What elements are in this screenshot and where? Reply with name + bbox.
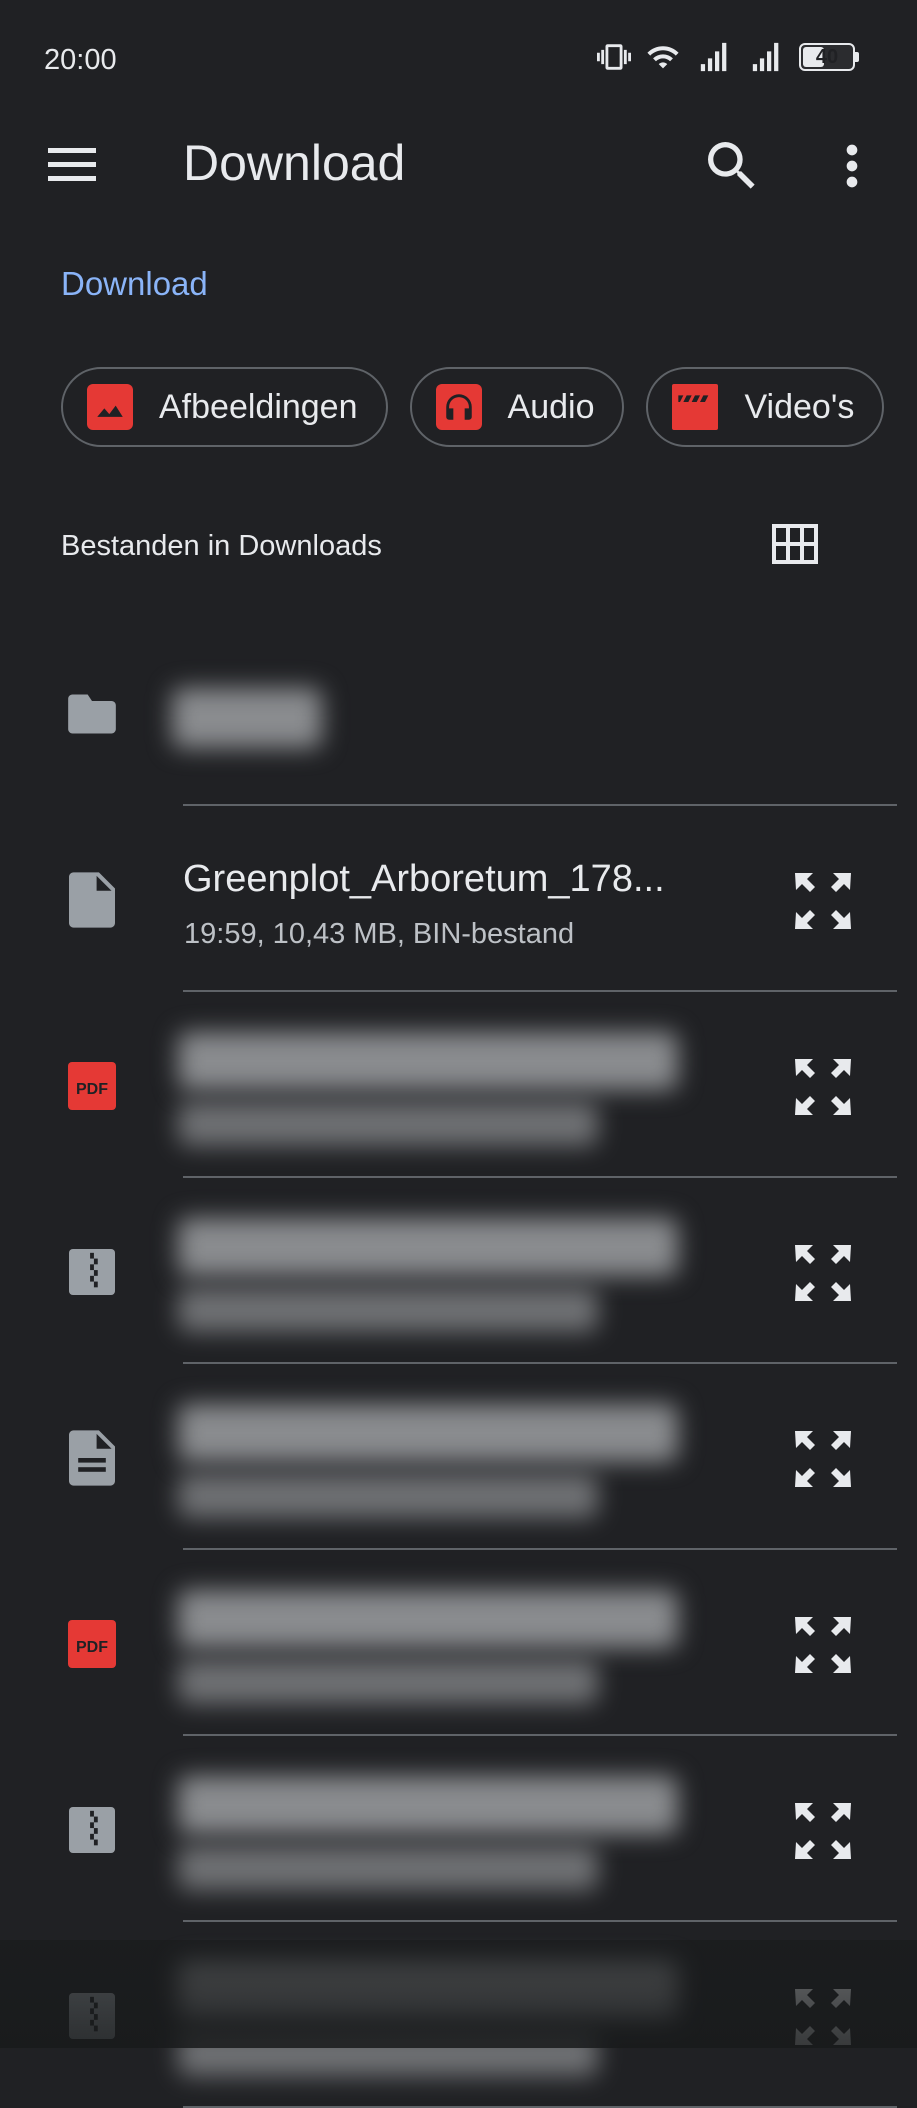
chip-images[interactable]: Afbeeldingen [61, 367, 388, 447]
breadcrumb[interactable]: Download [61, 265, 208, 303]
chip-label: Audio [507, 387, 595, 426]
battery-icon: 40 [799, 43, 859, 71]
status-time: 20:00 [44, 44, 117, 76]
expand-preview-icon[interactable] [792, 1800, 854, 1862]
vibrate-icon [597, 44, 631, 70]
file-row-pdf[interactable]: PDF [0, 1550, 917, 1736]
zip-icon [66, 1804, 118, 1856]
file-row-folder[interactable] [0, 620, 917, 806]
search-icon [708, 142, 755, 189]
expand-preview-icon[interactable] [792, 1614, 854, 1676]
file-name: Greenplot_Arboretum_178... [183, 858, 665, 900]
chip-audio[interactable]: Audio [409, 367, 625, 447]
headphones-icon [435, 384, 482, 430]
status-icons: 40 [597, 40, 859, 74]
redacted-meta [178, 1474, 598, 1518]
zip-icon [66, 1246, 118, 1298]
clapperboard-icon [672, 384, 719, 430]
hamburger-menu-icon [48, 148, 96, 181]
more-vert-icon [846, 144, 858, 188]
document-icon [66, 1430, 118, 1486]
chip-label: Afbeeldingen [159, 387, 358, 426]
grid-view-button[interactable] [772, 524, 818, 564]
redacted-meta [178, 1288, 598, 1332]
expand-preview-icon[interactable] [792, 1056, 854, 1118]
category-chips: Afbeeldingen Audio Video's [61, 367, 885, 447]
redacted-filename [178, 1590, 678, 1648]
expand-preview-icon[interactable] [792, 1242, 854, 1304]
bottom-fade [0, 1940, 917, 2048]
redacted-filename [178, 1404, 678, 1462]
svg-text:PDF: PDF [76, 1081, 108, 1098]
redacted-meta [178, 1660, 598, 1704]
image-icon [87, 384, 133, 430]
signal-icon [700, 42, 727, 72]
file-row-zip[interactable] [0, 1736, 917, 1922]
folder-icon [66, 688, 118, 740]
chip-videos[interactable]: Video's [646, 367, 885, 447]
file-row-bin[interactable]: Greenplot_Arboretum_178... 19:59, 10,43 M… [0, 806, 917, 992]
file-icon [66, 872, 118, 928]
battery-level: 40 [815, 46, 839, 68]
page-title: Download [183, 135, 406, 191]
chip-label: Video's [744, 387, 855, 426]
redacted-meta [178, 1846, 598, 1890]
redacted-filename [172, 688, 322, 748]
section-title: Bestanden in Downloads [61, 530, 382, 562]
grid-view-icon [772, 524, 818, 564]
pdf-icon: PDF [66, 1060, 118, 1112]
expand-preview-icon[interactable] [792, 870, 854, 932]
expand-preview-icon[interactable] [792, 1428, 854, 1490]
more-options-button[interactable] [820, 134, 884, 198]
redacted-filename [178, 1776, 678, 1834]
redacted-meta [178, 1102, 598, 1146]
svg-text:PDF: PDF [76, 1639, 108, 1656]
file-row-doc[interactable] [0, 1364, 917, 1550]
pdf-icon: PDF [66, 1618, 118, 1670]
file-row-pdf[interactable]: PDF [0, 992, 917, 1178]
search-button[interactable] [700, 134, 764, 198]
file-meta: 19:59, 10,43 MB, BIN-bestand [184, 918, 575, 950]
signal-icon-2 [752, 42, 779, 72]
wifi-icon [647, 46, 679, 69]
file-row-zip[interactable] [0, 1178, 917, 1364]
menu-button[interactable] [44, 140, 100, 190]
redacted-filename [178, 1032, 678, 1090]
redacted-filename [178, 1218, 678, 1276]
